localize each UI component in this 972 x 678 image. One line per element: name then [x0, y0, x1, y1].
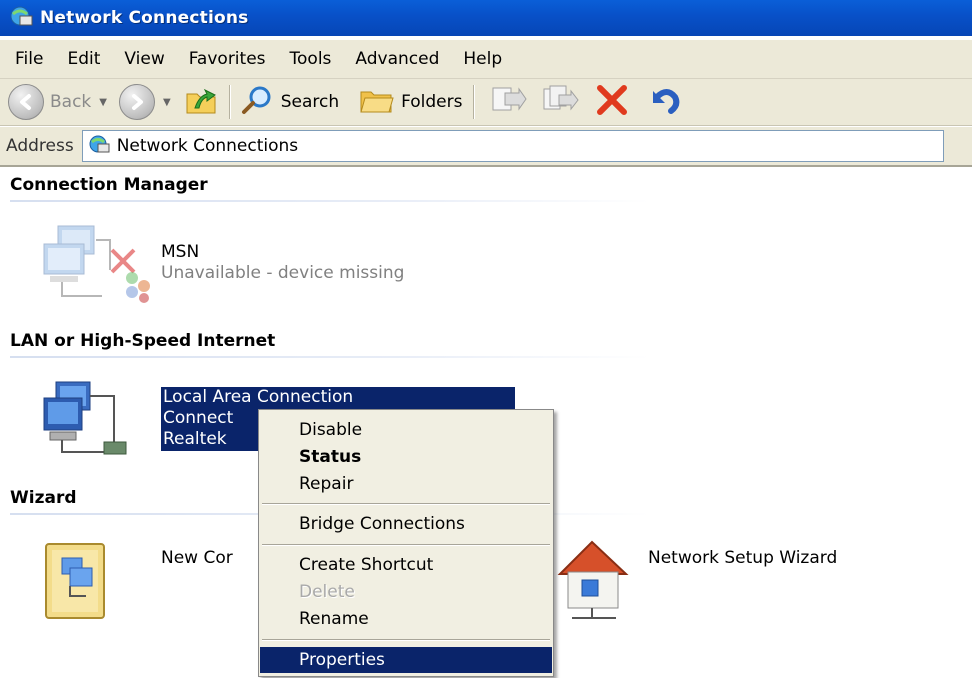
menu-separator — [262, 639, 550, 641]
menu-separator — [262, 544, 550, 546]
menu-file[interactable]: File — [4, 49, 54, 69]
address-value: Network Connections — [116, 136, 299, 156]
copy-to-button[interactable] — [541, 83, 579, 122]
undo-icon — [645, 83, 681, 122]
msn-connection-status: Unavailable - device missing — [161, 263, 405, 283]
menu-item-bridge-connections[interactable]: Bridge Connections — [260, 511, 552, 537]
msn-connection-item[interactable]: MSN Unavailable - device missing — [161, 242, 404, 284]
address-label: Address — [6, 136, 74, 156]
menu-separator — [262, 503, 550, 505]
menu-tools[interactable]: Tools — [279, 49, 343, 69]
network-connections-icon — [8, 4, 34, 32]
search-button[interactable]: Search — [241, 84, 339, 121]
lan-connection-status: Connect — [163, 408, 234, 428]
up-folder-button[interactable] — [185, 84, 219, 121]
up-folder-icon — [185, 84, 219, 121]
undo-button[interactable] — [645, 83, 681, 122]
forward-dropdown-icon[interactable]: ▼ — [163, 97, 171, 108]
menu-item-disable[interactable]: Disable — [260, 417, 552, 443]
window-title: Network Connections — [40, 8, 249, 28]
lan-connection-name: Local Area Connection — [163, 387, 354, 407]
menu-bar: File Edit View Favorites Tools Advanced … — [0, 40, 972, 79]
group-header-wizard: Wizard — [10, 488, 77, 508]
network-connections-icon — [87, 133, 111, 159]
delete-button[interactable] — [595, 83, 629, 122]
msn-connection-name: MSN — [161, 242, 200, 262]
delete-x-icon — [595, 83, 629, 122]
title-bar[interactable]: Network Connections — [0, 0, 972, 36]
folders-icon — [359, 84, 395, 121]
new-connection-wizard-label[interactable]: New Cor — [161, 548, 233, 569]
menu-help[interactable]: Help — [452, 49, 513, 69]
forward-arrow-icon — [118, 84, 155, 120]
group-divider — [10, 356, 650, 358]
menu-item-delete: Delete — [299, 582, 355, 602]
network-setup-wizard-icon[interactable] — [548, 534, 638, 624]
menu-item-rename[interactable]: Rename — [260, 606, 552, 632]
menu-favorites[interactable]: Favorites — [178, 49, 277, 69]
menu-item-repair[interactable]: Repair — [260, 471, 552, 497]
new-connection-wizard-icon[interactable] — [40, 538, 150, 628]
context-menu: Disable Status Repair Bridge Connections… — [258, 409, 554, 677]
forward-button[interactable]: ▼ — [118, 84, 171, 120]
search-icon — [241, 84, 275, 121]
menu-advanced[interactable]: Advanced — [344, 49, 450, 69]
menu-view[interactable]: View — [113, 49, 175, 69]
menu-edit[interactable]: Edit — [56, 49, 111, 69]
back-arrow-icon — [8, 84, 44, 120]
menu-item-create-shortcut[interactable]: Create Shortcut — [260, 552, 552, 578]
search-label: Search — [280, 92, 340, 112]
group-divider — [10, 200, 650, 202]
network-setup-wizard-label[interactable]: Network Setup Wizard — [648, 548, 837, 569]
toolbar-separator — [472, 85, 475, 119]
copy-to-icon — [541, 83, 579, 122]
msn-connection-icon[interactable] — [40, 220, 160, 310]
toolbar: Back ▼ ▼ Search Folders — [0, 79, 972, 126]
group-header-connection-manager: Connection Manager — [10, 175, 208, 195]
move-to-button[interactable] — [489, 83, 527, 122]
folders-button[interactable]: Folders — [359, 84, 463, 121]
address-bar: Address Network Connections — [0, 127, 972, 167]
lan-connection-icon[interactable] — [40, 380, 160, 470]
back-button[interactable]: Back ▼ — [8, 84, 107, 120]
menu-item-status[interactable]: Status — [260, 444, 552, 470]
address-input[interactable]: Network Connections — [81, 130, 944, 162]
back-label: Back — [50, 92, 92, 112]
lan-connection-device: Realtek — [163, 429, 227, 449]
move-to-icon — [489, 83, 527, 122]
folders-label: Folders — [401, 92, 463, 112]
menu-item-properties[interactable]: Properties — [260, 647, 552, 673]
toolbar-separator — [228, 85, 231, 119]
group-header-lan: LAN or High-Speed Internet — [10, 331, 276, 351]
back-dropdown-icon[interactable]: ▼ — [99, 97, 107, 108]
